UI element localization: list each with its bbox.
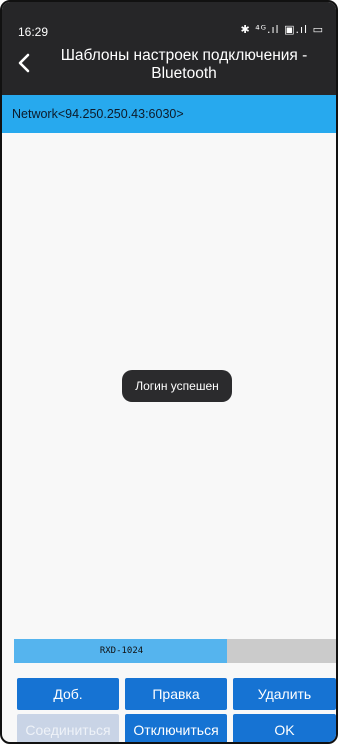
progress-label: RXD-1024: [99, 646, 144, 656]
add-button[interactable]: Доб.: [17, 678, 119, 710]
chevron-left-icon: [18, 53, 30, 73]
toast-message: Логин успешен: [122, 370, 232, 402]
app-header: 16:29 ✱ ⁴ᴳ.ıl ▣.ıl ▭ Шаблоны настроек по…: [2, 2, 336, 95]
status-icons: ✱ ⁴ᴳ.ıl ▣.ıl ▭: [240, 23, 324, 36]
status-time: 16:29: [18, 25, 49, 39]
edit-button[interactable]: Правка: [125, 678, 227, 710]
back-button[interactable]: [14, 50, 34, 76]
list-item-network[interactable]: Network<94.250.250.43:6030>: [2, 95, 336, 133]
list-item-label: Network<94.250.250.43:6030>: [12, 107, 184, 121]
disconnect-button[interactable]: Отключиться: [125, 714, 227, 742]
app-screen: 16:29 ✱ ⁴ᴳ.ıl ▣.ıl ▭ Шаблоны настроек по…: [0, 0, 338, 744]
progress-bar: RXD-1024: [14, 639, 336, 663]
connect-button[interactable]: Соединиться: [17, 714, 119, 742]
ok-button[interactable]: OK: [233, 714, 336, 742]
delete-button[interactable]: Удалить: [233, 678, 336, 710]
page-title: Шаблоны настроек подключения - Bluetooth: [60, 47, 308, 82]
